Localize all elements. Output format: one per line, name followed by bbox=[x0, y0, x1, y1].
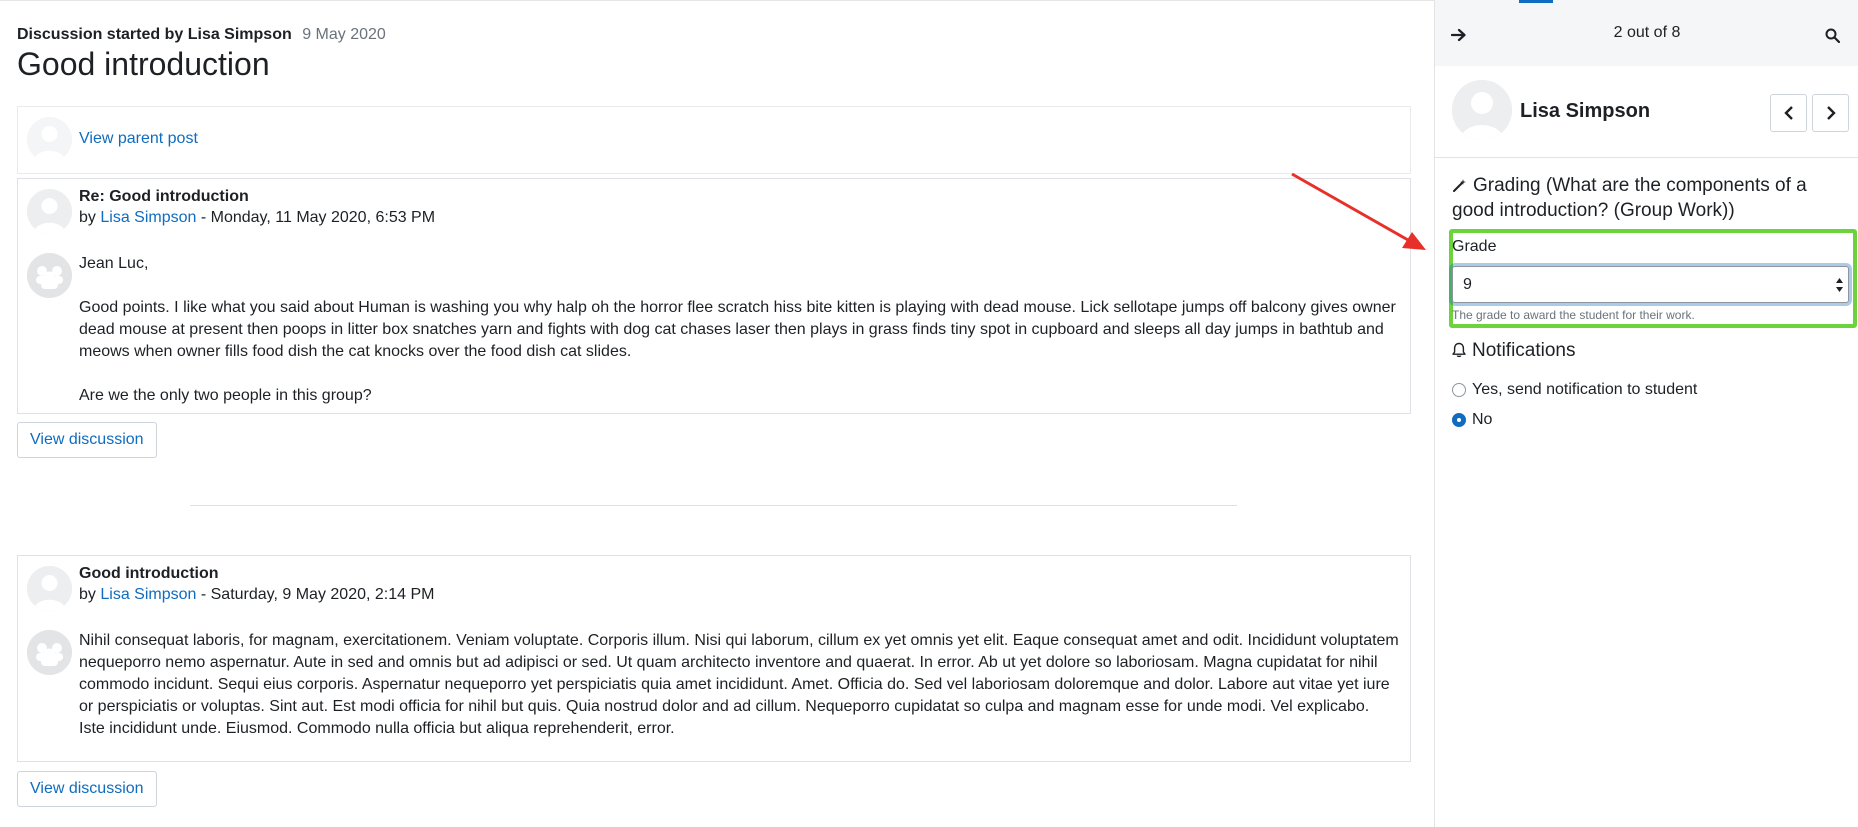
notify-yes-label: Yes, send notification to student bbox=[1472, 381, 1698, 398]
next-student-button[interactable] bbox=[1812, 94, 1849, 132]
student-avatar bbox=[1452, 80, 1512, 140]
discussion-header: Discussion started by Lisa Simpson 9 May… bbox=[17, 26, 386, 44]
grade-help-text: The grade to award the student for their… bbox=[1452, 308, 1695, 322]
active-tab-indicator bbox=[1519, 0, 1553, 3]
post-datetime: - Saturday, 9 May 2020, 2:14 PM bbox=[200, 586, 435, 603]
notify-no-radio[interactable] bbox=[1452, 413, 1466, 427]
group-avatar bbox=[27, 630, 72, 675]
panel-header: 2 out of 8 bbox=[1435, 0, 1858, 66]
student-counter: 2 out of 8 bbox=[1613, 24, 1681, 41]
grading-heading: Grading (What are the components of a go… bbox=[1452, 174, 1847, 222]
user-placeholder-icon bbox=[1452, 80, 1512, 140]
view-parent-post-link[interactable]: View parent post bbox=[79, 130, 198, 148]
previous-student-button[interactable] bbox=[1770, 94, 1807, 132]
magic-wand-icon bbox=[1452, 176, 1467, 199]
notifications-title-text: Notifications bbox=[1472, 340, 1576, 361]
post-paragraph: Jean Luc, bbox=[79, 255, 149, 272]
notify-no-label: No bbox=[1472, 411, 1493, 428]
post-by-prefix: by bbox=[79, 209, 96, 226]
page-title: Good introduction bbox=[17, 46, 270, 82]
post-card: Re: Good introduction by Lisa Simpson - … bbox=[17, 178, 1411, 414]
user-placeholder-icon bbox=[27, 117, 72, 162]
group-icon bbox=[27, 630, 72, 675]
chevron-right-icon bbox=[1826, 106, 1836, 120]
parent-post-box: View parent post bbox=[17, 106, 1411, 174]
notify-no-option[interactable]: No bbox=[1452, 411, 1492, 429]
post-paragraph: Are we the only two people in this group… bbox=[79, 387, 372, 404]
bell-icon bbox=[1452, 342, 1466, 364]
post-datetime: - Monday, 11 May 2020, 6:53 PM bbox=[200, 209, 436, 226]
grade-value: 9 bbox=[1463, 276, 1472, 293]
divider bbox=[190, 505, 1237, 506]
post-subject: Re: Good introduction bbox=[79, 188, 249, 205]
author-avatar[interactable] bbox=[27, 566, 72, 611]
post-body: Jean Luc, Good points. I like what you s… bbox=[79, 253, 1399, 429]
select-caret-icon bbox=[1836, 278, 1843, 292]
discussion-started-by: Discussion started by Lisa Simpson bbox=[17, 26, 292, 43]
avatar bbox=[27, 117, 72, 162]
grade-label: Grade bbox=[1452, 238, 1497, 255]
notify-yes-option[interactable]: Yes, send notification to student bbox=[1452, 381, 1697, 399]
author-link[interactable]: Lisa Simpson bbox=[100, 209, 196, 226]
post-meta: by Lisa Simpson - Saturday, 9 May 2020, … bbox=[79, 586, 434, 604]
post-subject: Good introduction bbox=[79, 565, 219, 582]
author-avatar[interactable] bbox=[27, 189, 72, 234]
search-icon[interactable] bbox=[1817, 20, 1847, 50]
post-by-prefix: by bbox=[79, 586, 96, 603]
post-card: Good introduction by Lisa Simpson - Satu… bbox=[17, 555, 1411, 762]
chevron-left-icon bbox=[1783, 106, 1793, 120]
view-discussion-button[interactable]: View discussion bbox=[17, 422, 157, 458]
discussion-date: 9 May 2020 bbox=[302, 26, 386, 43]
grading-panel: 2 out of 8 Lisa Simpson Grading (What ar… bbox=[1434, 0, 1858, 827]
panel-divider bbox=[1435, 157, 1858, 158]
post-paragraph: Good points. I like what you said about … bbox=[79, 299, 1396, 360]
view-discussion-button[interactable]: View discussion bbox=[17, 771, 157, 807]
notify-yes-radio[interactable] bbox=[1452, 383, 1466, 397]
group-icon bbox=[27, 253, 72, 298]
discussion-main: Discussion started by Lisa Simpson 9 May… bbox=[0, 0, 1434, 827]
user-placeholder-icon bbox=[27, 566, 72, 611]
author-link[interactable]: Lisa Simpson bbox=[100, 586, 196, 603]
post-body: Nihil consequat laboris, for magnam, exe… bbox=[79, 630, 1399, 762]
post-paragraph: Nihil consequat laboris, for magnam, exe… bbox=[79, 632, 1399, 737]
user-placeholder-icon bbox=[27, 189, 72, 234]
annotation-arrow bbox=[1291, 172, 1426, 250]
group-avatar bbox=[27, 253, 72, 298]
grading-title-text: Grading (What are the components of a go… bbox=[1452, 175, 1807, 221]
notifications-heading: Notifications bbox=[1452, 340, 1576, 364]
student-name: Lisa Simpson bbox=[1520, 100, 1651, 122]
grade-select[interactable]: 9 bbox=[1452, 266, 1849, 303]
post-meta: by Lisa Simpson - Monday, 11 May 2020, 6… bbox=[79, 209, 435, 227]
